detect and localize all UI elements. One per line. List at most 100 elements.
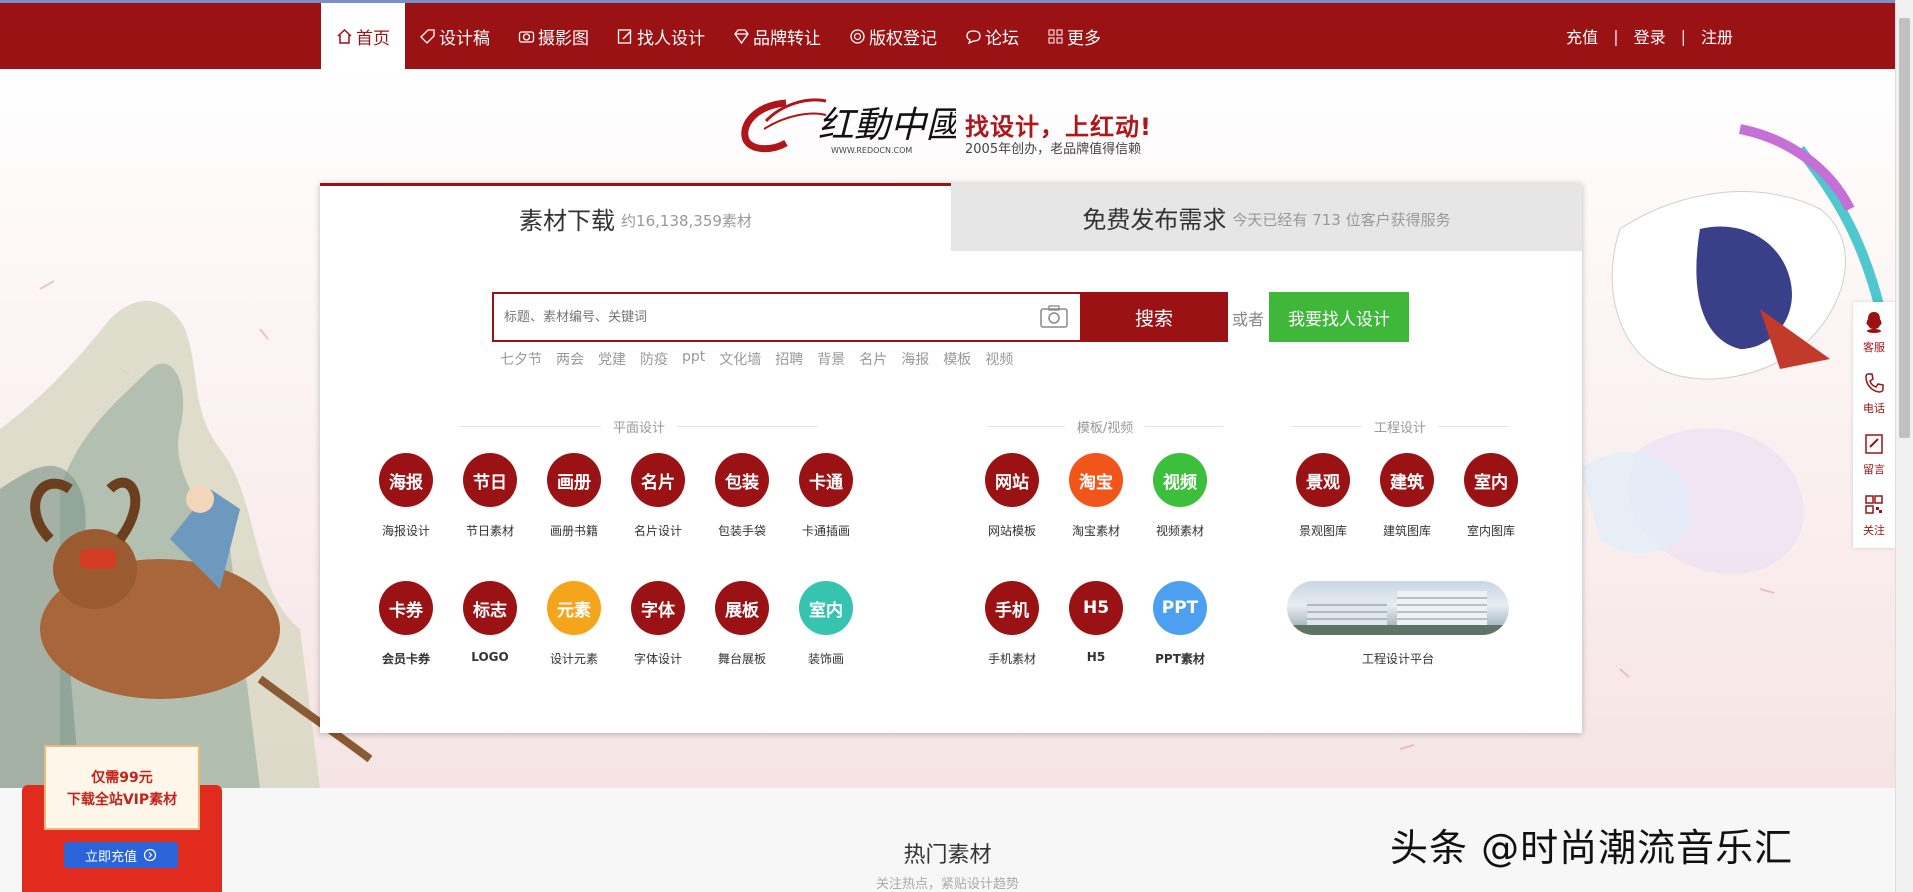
phone-button[interactable]: 电话	[1853, 363, 1895, 424]
hot-keyword[interactable]: 防疫	[640, 349, 668, 369]
or-text: 或者	[1232, 310, 1265, 329]
follow-button[interactable]: 关注	[1853, 485, 1895, 546]
nav-item-find-designer[interactable]: 找人设计	[603, 3, 719, 69]
tab-label: 素材下载	[519, 207, 616, 235]
category-h5[interactable]: H5 H5	[1054, 581, 1138, 664]
nav-item-home[interactable]: 首页	[321, 3, 405, 69]
category-interior[interactable]: 室内 室内图库	[1449, 453, 1533, 539]
message-edit-icon	[1864, 433, 1884, 459]
hot-keyword[interactable]: ppt	[682, 349, 705, 369]
category-coupon[interactable]: 卡券 会员卡券	[364, 581, 448, 667]
nav-menu: 首页 设计稿 摄影图 找人设计 品牌转让 版权登记 论坛 更多	[321, 3, 1115, 69]
user-links: 充值 | 登录 | 注册	[1566, 3, 1733, 69]
category-label: 网站模板	[987, 524, 1036, 538]
engineering-platform-banner[interactable]: 工程设计平台	[1276, 581, 1520, 667]
hot-keyword[interactable]: 名片	[859, 349, 887, 369]
category-label: 会员卡券	[381, 652, 430, 666]
category-display-board[interactable]: 展板 舞台展板	[700, 581, 784, 667]
find-designer-button[interactable]: 我要找人设计	[1269, 292, 1409, 342]
category-ppt[interactable]: PPT PPT素材	[1138, 581, 1222, 667]
message-button[interactable]: 留言	[1853, 424, 1895, 485]
category-festival[interactable]: 节日 节日素材	[448, 453, 532, 539]
scrollbar-thumb[interactable]	[1899, 18, 1910, 438]
category-poster[interactable]: 海报 海报设计	[364, 453, 448, 539]
logo-mark: 红動中國 WWW.REDOCN.COM	[741, 98, 967, 155]
category-label: PPT素材	[1155, 652, 1205, 666]
category-cartoon[interactable]: 卡通 卡通插画	[784, 453, 868, 539]
nav-item-design[interactable]: 设计稿	[405, 3, 504, 69]
recharge-link[interactable]: 充值	[1566, 24, 1598, 48]
nav-item-brand-transfer[interactable]: 品牌转让	[719, 3, 835, 69]
vip-promo[interactable]: 仅需99元 下载全站VIP素材 立即充值	[22, 745, 222, 892]
search-button[interactable]: 搜索	[1080, 294, 1228, 340]
category-label: 舞台展板	[717, 652, 766, 666]
category-website[interactable]: 网站 网站模板	[970, 453, 1054, 539]
category-logo[interactable]: 标志 LOGO	[448, 581, 532, 664]
scrollbar[interactable]	[1895, 0, 1913, 892]
vip-price-text: 仅需99元	[91, 770, 153, 786]
category-landscape[interactable]: 景观 景观图库	[1281, 453, 1365, 539]
login-link[interactable]: 登录	[1634, 24, 1666, 48]
watermark: 头条 @时尚潮流音乐汇	[1390, 826, 1794, 870]
category-label: 名片设计	[633, 524, 682, 538]
hot-keyword[interactable]: 视频	[985, 349, 1013, 369]
home-icon	[336, 28, 353, 45]
category-packaging[interactable]: 包装 包装手袋	[700, 453, 784, 539]
category-font[interactable]: 字体 字体设计	[616, 581, 700, 667]
search-input[interactable]	[504, 294, 1044, 340]
qrcode-icon	[1864, 494, 1884, 520]
hot-keyword[interactable]: 招聘	[775, 349, 803, 369]
logo-text: 红動中國	[818, 105, 956, 146]
category-decor-painting[interactable]: 室内 装饰画	[784, 581, 868, 667]
customer-service-button[interactable]: 客服	[1853, 302, 1895, 363]
hot-keyword[interactable]: 文化墙	[719, 349, 761, 369]
hot-keyword[interactable]: 模板	[943, 349, 971, 369]
phone-icon	[1864, 372, 1884, 398]
category-label: 景观图库	[1298, 524, 1347, 538]
hot-keyword[interactable]: 七夕节	[500, 349, 542, 369]
category-title-text: 工程设计	[1374, 420, 1427, 436]
edit-icon	[617, 28, 634, 45]
register-link[interactable]: 注册	[1701, 24, 1733, 48]
nav-item-more[interactable]: 更多	[1033, 3, 1115, 69]
hot-keyword[interactable]: 海报	[901, 349, 929, 369]
nav-item-forum[interactable]: 论坛	[951, 3, 1033, 69]
tab-label: 免费发布需求	[1082, 205, 1227, 234]
qq-icon	[1864, 311, 1884, 337]
separator: |	[1680, 26, 1686, 46]
nav-item-photo[interactable]: 摄影图	[504, 3, 603, 69]
category-mobile[interactable]: 手机 手机素材	[970, 581, 1054, 667]
category-label: 淘宝素材	[1071, 524, 1120, 538]
nav-label: 找人设计	[637, 28, 705, 49]
category-business-card[interactable]: 名片 名片设计	[616, 453, 700, 539]
category-taobao[interactable]: 淘宝 淘宝素材	[1054, 453, 1138, 539]
tab-material-download[interactable]: 素材下载 约16,138,359素材	[320, 183, 951, 251]
vip-desc-text: 下载全站VIP素材	[66, 792, 178, 808]
nav-label: 品牌转让	[753, 28, 821, 49]
category-circle: 卡通	[799, 453, 853, 507]
nav-item-copyright[interactable]: 版权登记	[835, 3, 951, 69]
category-label: 节日素材	[465, 524, 514, 538]
category-label: 包装手袋	[717, 524, 766, 538]
category-circle: 标志	[463, 581, 517, 635]
category-label: 建筑图库	[1382, 524, 1431, 538]
category-brochure[interactable]: 画册 画册书籍	[532, 453, 616, 539]
category-video[interactable]: 视频 视频素材	[1138, 453, 1222, 539]
category-circle: 字体	[631, 581, 685, 635]
category-circle: 海报	[379, 453, 433, 507]
category-circle: 卡券	[379, 581, 433, 635]
hot-keyword[interactable]: 两会	[556, 349, 584, 369]
nav-label: 更多	[1067, 28, 1101, 49]
category-element[interactable]: 元素 设计元素	[532, 581, 616, 667]
logo-url: WWW.REDOCN.COM	[831, 146, 912, 155]
hot-keyword[interactable]: 党建	[598, 349, 626, 369]
category-label: 装饰画	[807, 652, 844, 666]
category-architecture[interactable]: 建筑 建筑图库	[1365, 453, 1449, 539]
grid-icon	[1047, 28, 1064, 45]
nav-label: 首页	[356, 28, 390, 49]
tab-publish-demand[interactable]: 免费发布需求 今天已经有 713 位客户获得服务	[951, 183, 1582, 251]
hot-keyword[interactable]: 背景	[817, 349, 845, 369]
image-search-icon[interactable]	[1039, 304, 1069, 330]
search-panel: 素材下载 约16,138,359素材 免费发布需求 今天已经有 713 位客户获…	[320, 183, 1582, 733]
category-label: H5	[1086, 650, 1106, 664]
